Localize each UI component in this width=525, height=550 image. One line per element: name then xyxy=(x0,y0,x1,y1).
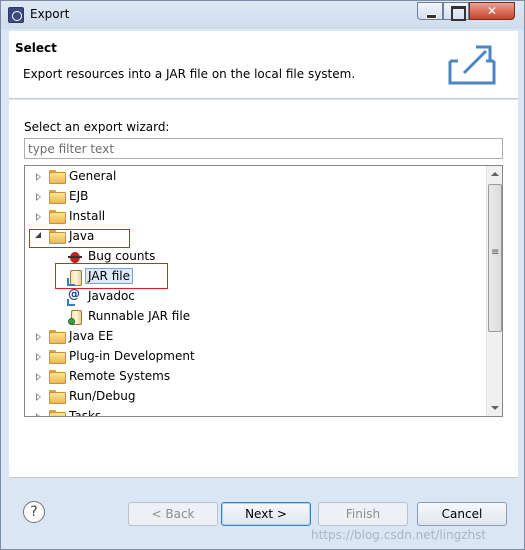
tree-item-label: Tasks xyxy=(69,409,102,417)
next-button[interactable]: Next > xyxy=(221,502,311,526)
expand-arrow-icon[interactable] xyxy=(36,173,41,181)
finish-button[interactable]: Finish xyxy=(318,502,408,526)
tree-item-label: Remote Systems xyxy=(69,369,171,383)
export-banner-icon xyxy=(448,45,496,85)
javadoc-icon xyxy=(67,287,83,306)
expand-arrow-icon[interactable] xyxy=(36,373,41,381)
back-button[interactable]: < Back xyxy=(128,502,218,526)
runnable-jar-icon xyxy=(67,309,83,325)
tree-item-label: EJB xyxy=(69,189,89,203)
maximize-button[interactable] xyxy=(443,2,469,21)
expand-arrow-icon[interactable] xyxy=(36,333,41,341)
title-bar[interactable]: Export ✕ xyxy=(1,1,524,29)
folder-icon xyxy=(49,170,66,184)
tree-item-general[interactable]: General xyxy=(25,167,483,187)
expand-arrow-icon[interactable] xyxy=(36,353,41,361)
tree-item-install[interactable]: Install xyxy=(25,207,483,227)
help-icon[interactable]: ? xyxy=(23,501,45,523)
window-title: Export xyxy=(30,7,70,21)
close-icon: ✕ xyxy=(486,4,498,18)
tree-scrollbar[interactable] xyxy=(486,166,502,416)
tree-item-label: Run/Debug xyxy=(69,389,136,403)
tree-item-label: Runnable JAR file xyxy=(88,309,191,323)
tree-item-ejb[interactable]: EJB xyxy=(25,187,483,207)
wizard-tree[interactable]: General EJB Install Java Bug counts JAR … xyxy=(24,165,503,417)
tree-item-label: General xyxy=(69,169,117,183)
folder-icon xyxy=(49,390,66,404)
scroll-up-arrow-icon[interactable] xyxy=(487,166,502,182)
page-description: Export resources into a JAR file on the … xyxy=(23,67,356,81)
page-title: Select xyxy=(15,41,57,55)
minimize-button[interactable] xyxy=(417,2,443,20)
tree-item-javadoc[interactable]: Javadoc xyxy=(25,287,483,307)
folder-icon xyxy=(49,210,66,224)
highlight-box-jar-file xyxy=(55,263,168,289)
export-dialog: Export ✕ Select Export resources into a … xyxy=(0,0,525,550)
scroll-down-arrow-icon[interactable] xyxy=(487,400,502,416)
folder-icon xyxy=(49,190,66,204)
tree-item-label: Javadoc xyxy=(88,289,135,303)
expand-arrow-icon[interactable] xyxy=(36,213,41,221)
tree-item-label: Install xyxy=(69,209,106,223)
folder-icon xyxy=(49,330,66,344)
tree-item-java-ee[interactable]: Java EE xyxy=(25,327,483,347)
tree-item-label: Plug-in Development xyxy=(69,349,195,363)
scrollbar-thumb[interactable] xyxy=(488,184,502,332)
wizard-label: Select an export wizard: xyxy=(24,120,170,134)
expand-arrow-icon[interactable] xyxy=(36,193,41,201)
expand-arrow-icon[interactable] xyxy=(36,393,41,401)
wizard-content: Select an export wizard: General EJB Ins… xyxy=(9,100,518,478)
expand-arrow-icon[interactable] xyxy=(36,413,41,416)
filter-input[interactable] xyxy=(24,138,503,159)
close-button[interactable]: ✕ xyxy=(469,2,515,20)
highlight-box-java xyxy=(29,229,130,248)
folder-icon xyxy=(49,370,66,384)
wizard-header: Select Export resources into a JAR file … xyxy=(9,31,518,99)
tree-item-label: Bug counts xyxy=(88,249,156,263)
tree-item-run-debug[interactable]: Run/Debug xyxy=(25,387,483,407)
tree-item-remote-systems[interactable]: Remote Systems xyxy=(25,367,483,387)
folder-icon xyxy=(49,410,66,416)
folder-icon xyxy=(49,350,66,364)
watermark-text: https://blog.csdn.net/lingzhst xyxy=(311,528,487,542)
tree-item-tasks[interactable]: Tasks xyxy=(25,407,483,417)
tree-item-plug-in-development[interactable]: Plug-in Development xyxy=(25,347,483,367)
eclipse-icon xyxy=(8,7,24,23)
button-bar: ? < Back Next > Finish Cancel https://bl… xyxy=(1,479,524,549)
tree-item-label: Java EE xyxy=(69,329,114,343)
cancel-button[interactable]: Cancel xyxy=(417,502,507,526)
tree-item-runnable-jar-file[interactable]: Runnable JAR file xyxy=(25,307,483,327)
